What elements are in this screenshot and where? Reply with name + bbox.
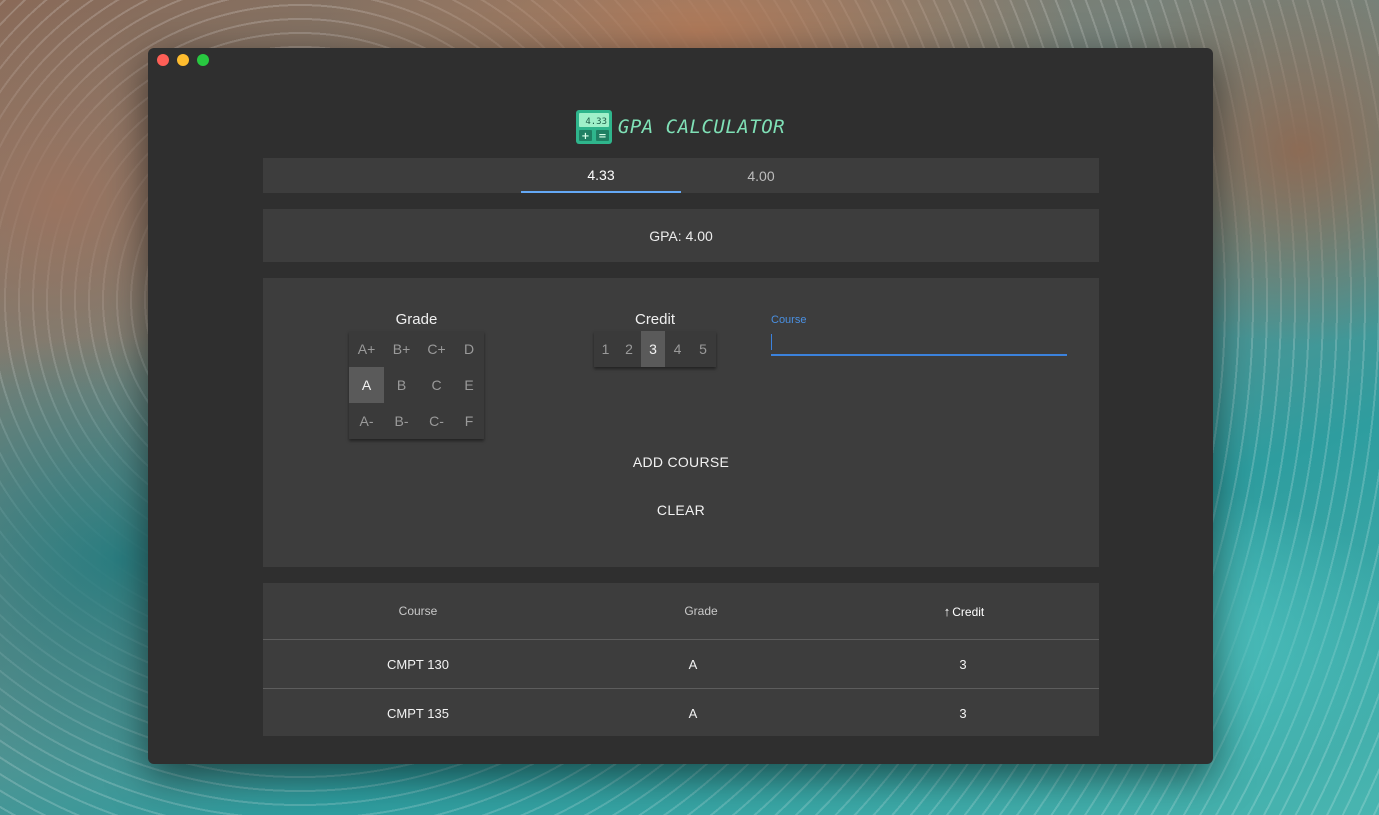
add-course-form: Grade A+ B+ C+ D A B C E A- B- C- F Cred…	[263, 278, 1099, 567]
credit-option-3[interactable]: 3	[641, 331, 665, 367]
table-row[interactable]: CMPT 130 A 3	[263, 640, 1099, 689]
zoom-window-button[interactable]	[197, 54, 209, 66]
table-row[interactable]: CMPT 135 A 3	[263, 689, 1099, 737]
grade-option-c-minus[interactable]: C-	[419, 403, 454, 439]
clear-button[interactable]: CLEAR	[263, 502, 1099, 518]
close-window-button[interactable]	[157, 54, 169, 66]
credit-option-5[interactable]: 5	[690, 331, 716, 367]
grade-option-e[interactable]: E	[454, 367, 484, 403]
grade-selector: A+ B+ C+ D A B C E A- B- C- F	[349, 331, 484, 439]
column-header-course[interactable]: Course	[263, 604, 573, 618]
window-controls	[157, 54, 209, 66]
grade-option-b-plus[interactable]: B+	[384, 331, 419, 367]
course-input[interactable]	[771, 330, 1067, 356]
courses-table: Course Grade ↑ Credit CMPT 130 A 3 CMPT 1…	[263, 583, 1099, 736]
row-course: CMPT 130	[387, 656, 449, 672]
tab-scale-433[interactable]: 4.33	[521, 158, 681, 193]
column-header-grade[interactable]: Grade	[573, 604, 829, 618]
grade-option-a-plus[interactable]: A+	[349, 331, 384, 367]
row-credit: 3	[959, 656, 967, 672]
grade-option-c[interactable]: C	[419, 367, 454, 403]
add-course-button[interactable]: ADD COURSE	[263, 454, 1099, 470]
grade-option-b[interactable]: B	[384, 367, 419, 403]
minimize-window-button[interactable]	[177, 54, 189, 66]
text-caret	[771, 334, 772, 350]
svg-text:=: =	[598, 131, 606, 142]
credit-option-4[interactable]: 4	[665, 331, 690, 367]
credit-selector: 1 2 3 4 5	[594, 331, 716, 367]
calculator-icon: 4.33 + =	[575, 110, 612, 144]
grade-option-b-minus[interactable]: B-	[384, 403, 419, 439]
app-window: 4.33 + = GPA CALCULATOR 4.33 4.00 GPA: 4…	[148, 48, 1213, 764]
row-credit: 3	[959, 705, 967, 721]
svg-text:4.33: 4.33	[585, 117, 607, 127]
app-title: GPA CALCULATOR	[617, 116, 786, 138]
arrow-up-icon: ↑	[943, 603, 951, 619]
row-grade: A	[688, 656, 698, 672]
credit-label: Credit	[634, 311, 675, 328]
row-grade: A	[688, 705, 698, 721]
row-course: CMPT 135	[387, 705, 449, 721]
app-header: 4.33 + = GPA CALCULATOR	[148, 110, 1213, 144]
gpa-result-panel: GPA: 4.00	[263, 209, 1099, 262]
table-header-row: Course Grade ↑ Credit	[263, 583, 1099, 640]
grade-option-d[interactable]: D	[454, 331, 484, 367]
column-header-credit[interactable]: ↑ Credit	[829, 604, 1099, 619]
grade-option-a-minus[interactable]: A-	[349, 403, 384, 439]
grade-option-f[interactable]: F	[454, 403, 484, 439]
grade-option-a[interactable]: A	[349, 367, 384, 403]
tab-scale-400[interactable]: 4.00	[681, 158, 841, 193]
grade-option-c-plus[interactable]: C+	[419, 331, 454, 367]
gpa-result-text: GPA: 4.00	[649, 227, 713, 244]
grade-label: Grade	[395, 311, 438, 328]
gpa-scale-tabs: 4.33 4.00	[263, 158, 1099, 193]
column-header-credit-label: Credit	[952, 604, 985, 619]
credit-option-1[interactable]: 1	[594, 331, 617, 367]
course-field-label: Course	[771, 314, 807, 326]
credit-option-2[interactable]: 2	[617, 331, 641, 367]
svg-text:+: +	[581, 131, 589, 142]
